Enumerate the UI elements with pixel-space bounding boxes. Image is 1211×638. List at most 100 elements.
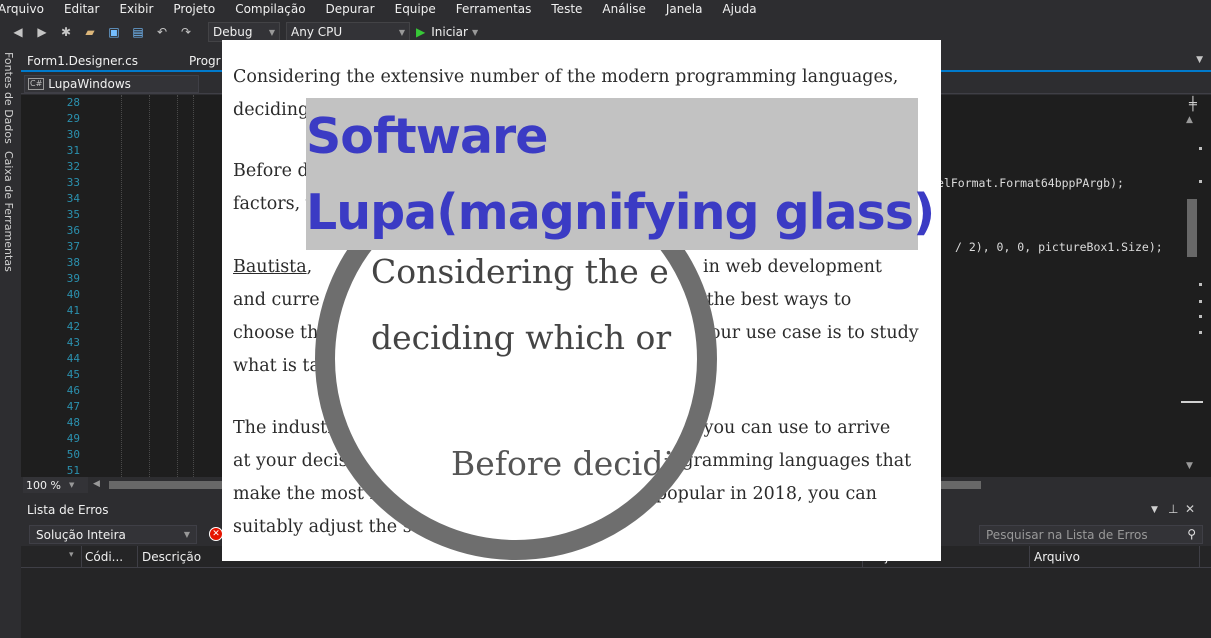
caret-position-marker [1181, 401, 1203, 403]
line-number: 50 [66, 448, 80, 461]
line-number: 35 [66, 208, 80, 221]
zoom-value: 100 % [26, 478, 61, 492]
menu-item[interactable]: Janela [666, 2, 703, 16]
redo-icon[interactable]: ↷ [178, 24, 194, 40]
side-tab-toolbox[interactable]: Caixa de Ferramentas [2, 151, 15, 272]
project-scope-select[interactable]: C# LupaWindows [24, 75, 199, 93]
error-scope-select[interactable]: Solução Inteira ▼ [29, 525, 197, 544]
back-icon[interactable]: ◀ [10, 24, 26, 40]
banner-title-line: Lupa(magnifying glass) [306, 184, 935, 241]
menu-item[interactable]: Ferramentas [456, 2, 532, 16]
column-divider [1199, 546, 1200, 568]
line-number: 34 [66, 192, 80, 205]
editor-vertical-scrollbar[interactable]: ╪ ▲ ▼ [1181, 95, 1211, 477]
start-button[interactable]: ▶ Iniciar ▼ [416, 25, 478, 39]
save-all-icon[interactable]: ▤ [130, 24, 146, 40]
scrollbar-thumb[interactable] [1187, 199, 1197, 257]
scroll-marker [1199, 147, 1202, 150]
menu-item[interactable]: Teste [551, 2, 582, 16]
column-divider [1029, 546, 1030, 568]
menu-item[interactable]: Análise [602, 2, 645, 16]
scroll-marker [1199, 283, 1202, 286]
indent-guide [193, 95, 194, 477]
close-icon[interactable]: ✕ [1185, 502, 1195, 516]
menu-item[interactable]: Editar [64, 2, 100, 16]
line-number-gutter: 28 29 30 31 32 33 34 35 36 37 38 39 40 41 42 43 44 45 46 47… [21, 95, 101, 477]
menu-item[interactable]: Ajuda [722, 2, 756, 16]
configuration-select[interactable]: Debug ▼ [208, 22, 280, 42]
side-tab-data-sources[interactable]: Fontes de Dados [2, 52, 15, 144]
line-number: 39 [66, 272, 80, 285]
forward-icon[interactable]: ▶ [34, 24, 50, 40]
scroll-marker [1199, 300, 1202, 303]
line-number: 47 [66, 400, 80, 413]
article-text-line: Before d [233, 161, 309, 181]
line-number: 36 [66, 224, 80, 237]
column-description[interactable]: Descrição [142, 550, 201, 564]
error-scope-value: Solução Inteira [36, 527, 126, 542]
zoom-select[interactable]: 100 % ▼ [23, 477, 88, 493]
chevron-down-icon[interactable]: ▼ [1196, 55, 1203, 65]
undo-icon[interactable]: ↶ [154, 24, 170, 40]
csharp-icon: C# [28, 78, 45, 90]
project-scope-value: LupaWindows [48, 77, 131, 91]
split-icon[interactable]: ╪ [1189, 97, 1197, 112]
article-text-line: our use case is to study [710, 323, 919, 343]
scroll-marker [1199, 315, 1202, 318]
menu-item[interactable]: Depurar [326, 2, 375, 16]
menu-item[interactable]: Equipe [395, 2, 436, 16]
line-number: 46 [66, 384, 80, 397]
code-line: elFormat.Format64bppPArgb); [937, 176, 1124, 190]
menu-item[interactable]: Arquivo [0, 2, 44, 16]
scroll-marker [1199, 180, 1202, 183]
tab-form1-designer[interactable]: Form1.Designer.cs [27, 54, 138, 68]
new-project-icon[interactable]: ✱ [58, 24, 74, 40]
article-link[interactable]: Bautista, [233, 251, 312, 284]
pin-icon[interactable]: ⊥ [1168, 502, 1178, 516]
line-number: 30 [66, 128, 80, 141]
line-number: 43 [66, 336, 80, 349]
indent-guide [149, 95, 150, 477]
line-number: 37 [66, 240, 80, 253]
magnified-text-line: Before decidi [451, 444, 675, 483]
menu-item[interactable]: Projeto [173, 2, 215, 16]
menu-item[interactable]: Compilação [235, 2, 305, 16]
save-icon[interactable]: ▣ [106, 24, 122, 40]
chevron-down-icon: ▼ [268, 27, 275, 37]
line-number: 40 [66, 288, 80, 301]
scroll-left-icon[interactable]: ◀ [93, 479, 100, 489]
line-number: 51 [66, 464, 80, 477]
chevron-down-icon: ▼ [471, 27, 479, 37]
column-code[interactable]: Códi... [85, 550, 123, 564]
chevron-down-icon[interactable]: ▼ [1151, 505, 1158, 515]
line-number: 29 [66, 112, 80, 125]
line-number: 45 [66, 368, 80, 381]
scroll-up-icon[interactable]: ▲ [1186, 115, 1193, 125]
article-text-line: in web development [703, 257, 882, 277]
search-icon[interactable]: ⚲ [1187, 527, 1196, 541]
chevron-down-icon: ▼ [398, 27, 405, 37]
banner-title-line: Software [306, 108, 548, 165]
platform-select[interactable]: Any CPU ▼ [286, 22, 410, 42]
line-number: 48 [66, 416, 80, 429]
indent-guide [177, 95, 178, 477]
play-icon: ▶ [416, 25, 426, 39]
error-search-input[interactable]: Pesquisar na Lista de Erros ⚲ [979, 525, 1203, 544]
open-folder-icon[interactable]: ▰ [82, 24, 98, 40]
scroll-down-icon[interactable]: ▼ [1186, 461, 1193, 471]
menu-item[interactable]: Exibir [119, 2, 153, 16]
title-banner: Software Lupa(magnifying glass) [306, 98, 935, 250]
column-divider [81, 546, 82, 568]
magnified-text-line: deciding which or [371, 318, 672, 357]
line-number: 42 [66, 320, 80, 333]
chevron-down-icon: ▼ [183, 530, 190, 539]
tab-program[interactable]: Progr [189, 54, 221, 68]
column-file[interactable]: Arquivo [1034, 550, 1080, 564]
scroll-marker [1199, 331, 1202, 334]
author-link[interactable]: Bautista [233, 257, 307, 277]
error-filter-icon[interactable]: ✕ [209, 527, 223, 541]
error-search-placeholder: Pesquisar na Lista de Erros [986, 527, 1148, 542]
menu-bar: Arquivo Editar Exibir Projeto Compilação Depu… [0, 0, 1211, 17]
configuration-value: Debug [213, 25, 253, 39]
column-divider [137, 546, 138, 568]
